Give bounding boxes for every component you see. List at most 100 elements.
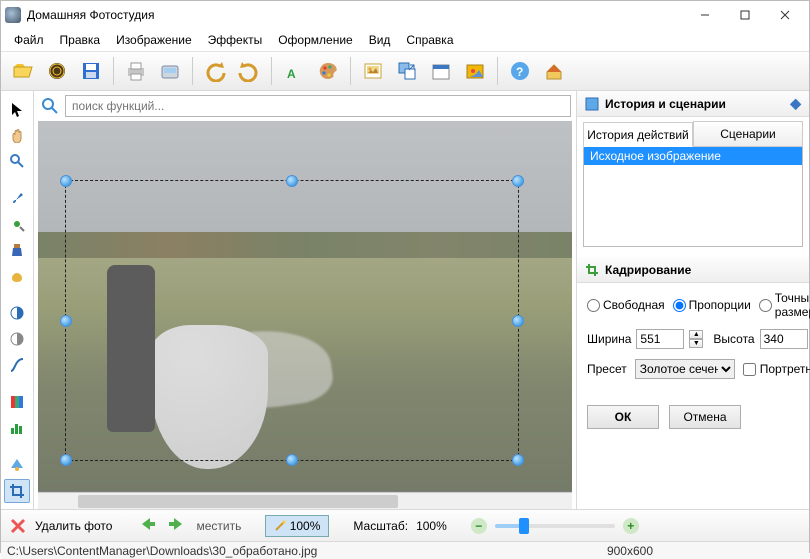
redo-button[interactable]: [233, 55, 265, 87]
prev-button[interactable]: [136, 515, 158, 536]
next-button[interactable]: [166, 515, 188, 536]
menu-effects[interactable]: Эффекты: [201, 31, 270, 49]
image-canvas[interactable]: [38, 121, 572, 509]
effects-button[interactable]: [312, 55, 344, 87]
right-panel: История и сценарии ◆ История действий Сц…: [576, 91, 809, 509]
undo-button[interactable]: [199, 55, 231, 87]
crop-handle-e[interactable]: [512, 315, 524, 327]
crop-portrait-checkbox[interactable]: Портретные: [743, 362, 810, 376]
main-toolbar: A ?: [1, 51, 809, 91]
menu-view[interactable]: Вид: [362, 31, 398, 49]
tab-history[interactable]: История действий: [583, 122, 693, 147]
menu-edit[interactable]: Правка: [53, 31, 108, 49]
crop-width-label: Ширина: [587, 332, 631, 346]
menu-image[interactable]: Изображение: [109, 31, 199, 49]
tool-hand[interactable]: [4, 123, 30, 147]
print-button[interactable]: [120, 55, 152, 87]
tool-curve[interactable]: [4, 353, 30, 377]
history-tabs: История действий Сценарии: [583, 121, 803, 147]
print-icon: [125, 60, 147, 82]
help-button[interactable]: ?: [504, 55, 536, 87]
tool-contrast[interactable]: [4, 301, 30, 325]
status-dims: 900x600: [607, 544, 653, 558]
batch-button[interactable]: [41, 55, 73, 87]
zoom-icon: [9, 153, 25, 169]
scale-value: 100%: [416, 519, 447, 533]
scan-button[interactable]: [154, 55, 186, 87]
crop-handle-sw[interactable]: [60, 454, 72, 466]
fit-button[interactable]: местить: [196, 519, 241, 533]
calendar-button[interactable]: [425, 55, 457, 87]
minimize-button[interactable]: [685, 1, 725, 29]
crop-height-input[interactable]: [760, 329, 808, 349]
zoom-out-button[interactable]: −: [471, 518, 487, 534]
crop-handle-ne[interactable]: [512, 175, 524, 187]
image-button[interactable]: [357, 55, 389, 87]
history-panel-title: История и сценарии: [605, 97, 726, 111]
close-button[interactable]: [765, 1, 805, 29]
history-item[interactable]: Исходное изображение: [584, 147, 802, 165]
titlebar: Домашняя Фотостудия: [1, 1, 809, 29]
text-button[interactable]: A: [278, 55, 310, 87]
undo-icon: [204, 60, 226, 82]
crop-radio-exact[interactable]: Точный размер: [759, 291, 810, 319]
collage-icon: [464, 60, 486, 82]
tool-retouch[interactable]: [4, 212, 30, 236]
tool-levels[interactable]: [4, 416, 30, 440]
tab-scenarios[interactable]: Сценарии: [693, 121, 803, 146]
zoom-slider[interactable]: [495, 524, 615, 528]
crop-width-spinner[interactable]: ▲▼: [689, 330, 703, 348]
crop-preset-select[interactable]: Золотое сечение: [635, 359, 735, 379]
collage-button[interactable]: [459, 55, 491, 87]
crop-width-input[interactable]: [636, 329, 684, 349]
crop-radio-free-label: Свободная: [603, 298, 665, 312]
text-icon: A: [283, 60, 305, 82]
tool-rgb[interactable]: [4, 390, 30, 414]
delete-icon: [9, 517, 27, 535]
tool-clone[interactable]: [4, 238, 30, 262]
tool-pointer[interactable]: [4, 97, 30, 121]
zoom-in-button[interactable]: +: [623, 518, 639, 534]
maximize-button[interactable]: [725, 1, 765, 29]
crop-radio-free[interactable]: Свободная: [587, 291, 665, 319]
status-path: C:\Users\ContentManager\Downloads\30_обр…: [7, 544, 317, 558]
minimize-icon: [700, 10, 710, 20]
search-row: [34, 91, 576, 121]
history-panel-header: История и сценарии ◆: [577, 91, 809, 117]
crop-handle-n[interactable]: [286, 175, 298, 187]
crop-cancel-button[interactable]: Отмена: [669, 405, 741, 429]
resize-button[interactable]: [391, 55, 423, 87]
tool-crop[interactable]: [4, 479, 30, 503]
zoom-slider-knob[interactable]: [519, 518, 529, 534]
help-icon: ?: [509, 60, 531, 82]
open-button[interactable]: [7, 55, 39, 87]
menu-design[interactable]: Оформление: [271, 31, 359, 49]
crop-handle-w[interactable]: [60, 315, 72, 327]
crop-selection[interactable]: [65, 180, 519, 461]
tool-auto[interactable]: [4, 453, 30, 477]
tool-zoom[interactable]: [4, 149, 30, 173]
save-icon: [80, 60, 102, 82]
palette-icon: [317, 60, 339, 82]
zoom-100-button[interactable]: 100%: [265, 515, 329, 537]
tool-sponge[interactable]: [4, 264, 30, 288]
tool-brush[interactable]: [4, 186, 30, 210]
center-column: [34, 91, 576, 509]
crop-handle-nw[interactable]: [60, 175, 72, 187]
sponge-icon: [9, 268, 25, 284]
search-input[interactable]: [65, 95, 571, 117]
search-button[interactable]: [39, 95, 61, 117]
crop-radio-ratio[interactable]: Пропорции: [673, 291, 751, 319]
pin-button[interactable]: ◆: [790, 95, 801, 112]
crop-ok-button[interactable]: ОК: [587, 405, 659, 429]
crop-handle-s[interactable]: [286, 454, 298, 466]
menu-file[interactable]: Файл: [7, 31, 51, 49]
horizontal-scrollbar[interactable]: [38, 492, 572, 509]
save-button[interactable]: [75, 55, 107, 87]
crop-handle-se[interactable]: [512, 454, 524, 466]
delete-photo-button[interactable]: Удалить фото: [35, 519, 112, 533]
tool-saturation[interactable]: [4, 327, 30, 351]
menu-help[interactable]: Справка: [399, 31, 460, 49]
home-button[interactable]: [538, 55, 570, 87]
history-list[interactable]: Исходное изображение: [583, 147, 803, 247]
